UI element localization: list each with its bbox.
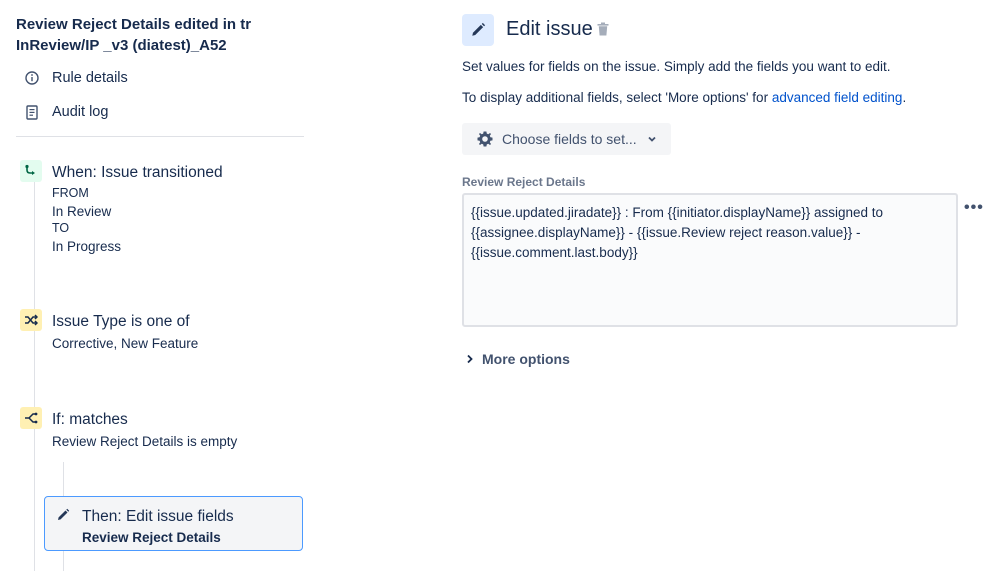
desc2-suffix: . [902,90,907,105]
more-options-toggle[interactable]: More options [466,351,570,367]
rule-title-line2: InReview/IP _v3 (diatest)_A52 [16,37,227,54]
condition-step[interactable] [20,309,42,331]
if-value: Review Reject Details is empty [52,434,238,449]
more-options-label: More options [482,351,570,367]
timeline-line [34,180,35,571]
nav-divider [16,136,304,137]
nav-audit-log[interactable]: Audit log [24,104,108,120]
info-icon [24,70,40,86]
field-more-actions-icon[interactable]: ••• [964,199,984,217]
trigger-to-value: In Progress [52,238,122,254]
then-action-card[interactable]: Then: Edit issue fields Review Reject De… [44,496,303,551]
if-title[interactable]: If: matches [52,411,128,429]
trigger-title[interactable]: When: Issue transitioned [52,164,223,182]
gear-icon [476,130,494,148]
choose-fields-button[interactable]: Choose fields to set... [462,123,671,155]
field-value-line1: {{issue.updated.jiradate}} : From {{init… [471,205,884,220]
condition-value: Corrective, New Feature [52,336,199,351]
choose-fields-label: Choose fields to set... [502,131,637,147]
desc2-prefix: To display additional fields, select 'Mo… [462,90,772,105]
review-reject-details-input[interactable]: {{issue.updated.jiradate}} : From {{init… [462,193,958,327]
editor-description-2: To display additional fields, select 'Mo… [462,90,906,105]
trigger-to-label: TO [52,221,70,235]
advanced-field-editing-link[interactable]: advanced field editing [772,90,903,105]
if-step[interactable] [20,407,42,429]
field-label: Review Reject Details [462,175,586,189]
field-value-line2: {{assignee.displayName}} - {{issue.Revie… [471,225,861,240]
document-icon [24,104,40,120]
editor-title: Edit issue [506,18,593,40]
rule-title-line1: Review Reject Details edited in tr [16,16,252,33]
then-title: Then: Edit issue fields [82,508,234,525]
nav-rule-details-label: Rule details [52,70,128,86]
rule-title: Review Reject Details edited in tr InRev… [16,14,276,56]
nav-rule-details[interactable]: Rule details [24,70,128,86]
field-value-line3: {{issue.comment.last.body}} [471,245,638,260]
condition-title[interactable]: Issue Type is one of [52,313,190,331]
trash-icon[interactable] [597,22,611,38]
chevron-right-icon [466,354,474,364]
chevron-down-icon [647,134,657,144]
nav-audit-log-label: Audit log [52,104,109,120]
trigger-from-value: In Review [52,203,112,219]
trigger-from-label: FROM [52,186,89,200]
shuffle-icon [20,309,42,331]
trigger-step[interactable] [20,160,42,182]
trigger-icon [20,160,42,182]
branch-icon [20,407,42,429]
then-value: Review Reject Details [82,530,221,545]
trigger-details: FROM In Review TO In Progress [52,185,121,255]
pencil-icon [56,508,70,527]
editor-description: Set values for fields on the issue. Simp… [462,59,891,74]
edit-issue-pencil-icon [462,14,494,46]
